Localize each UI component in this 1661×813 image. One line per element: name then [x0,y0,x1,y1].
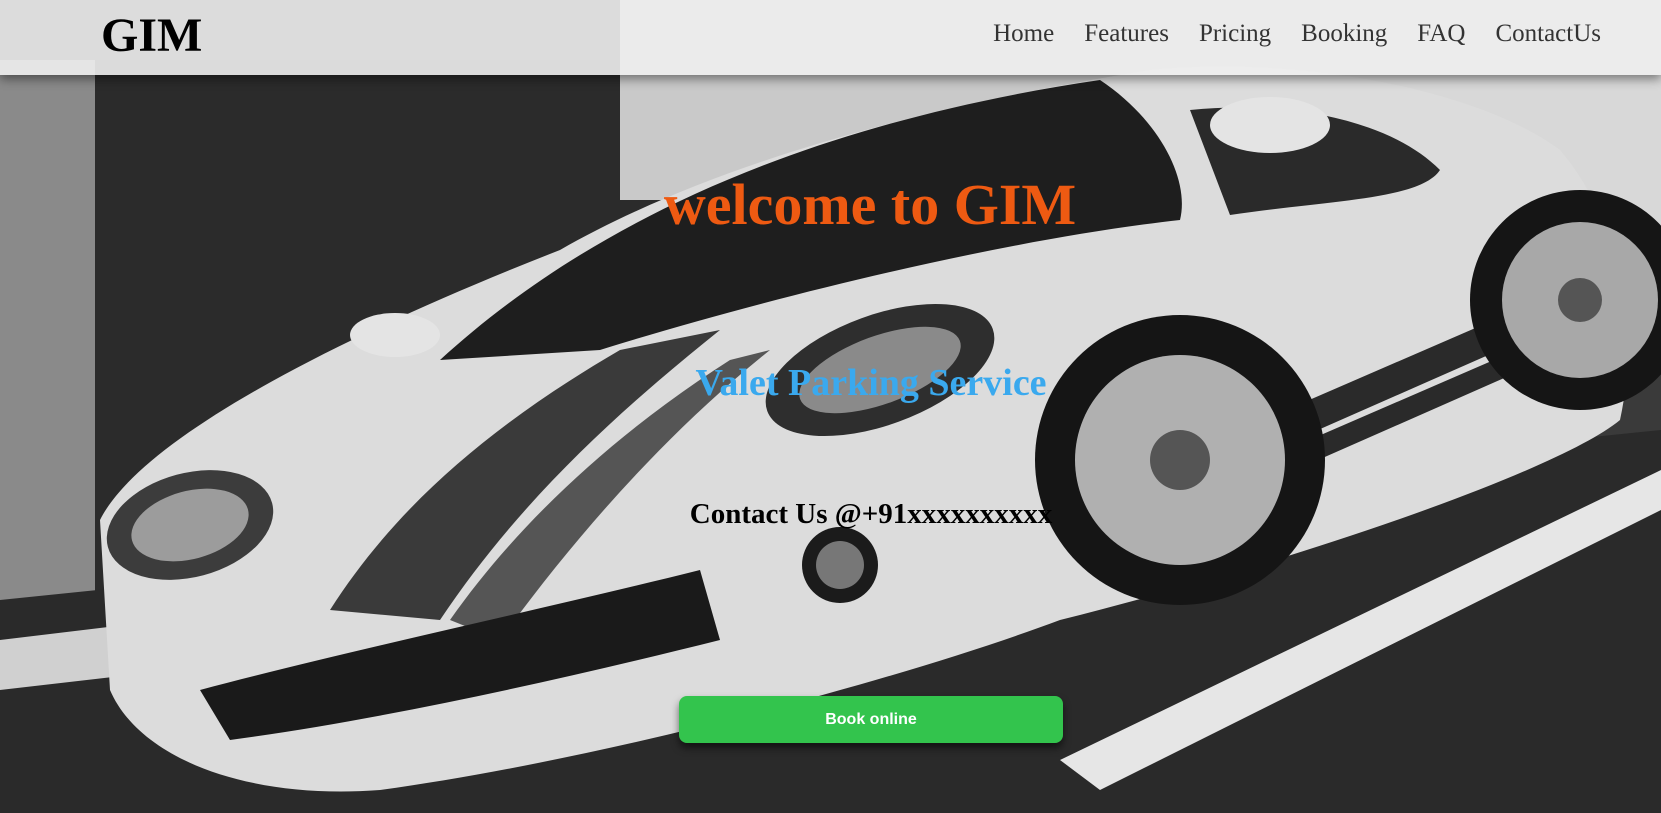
nav-menu: Home Features Pricing Booking FAQ Contac… [993,18,1601,50]
hero-subtitle: Valet Parking Service [695,362,1047,404]
nav-item-features: Features [1084,18,1169,50]
top-navbar: GIM Home Features Pricing Booking FAQ Co… [0,0,1661,75]
nav-link-pricing[interactable]: Pricing [1199,20,1271,47]
nav-link-home[interactable]: Home [993,20,1054,47]
nav-link-features[interactable]: Features [1084,20,1169,47]
nav-item-booking: Booking [1301,18,1387,50]
nav-item-contactus: ContactUs [1495,18,1601,50]
brand-logo-link[interactable]: GIM [101,8,202,64]
hero-title: welcome to GIM [663,172,1077,237]
sports-car-illustration [0,0,1661,813]
nav-link-contactus[interactable]: ContactUs [1495,20,1601,47]
hero-contact-text: Contact Us @+91xxxxxxxxxx [689,498,1053,530]
hero-background-image [0,0,1661,813]
nav-link-booking[interactable]: Booking [1301,20,1387,47]
nav-item-pricing: Pricing [1199,18,1271,50]
nav-link-faq[interactable]: FAQ [1417,20,1465,47]
nav-item-home: Home [993,18,1054,50]
nav-item-faq: FAQ [1417,18,1465,50]
book-online-button[interactable]: Book online [679,696,1063,743]
